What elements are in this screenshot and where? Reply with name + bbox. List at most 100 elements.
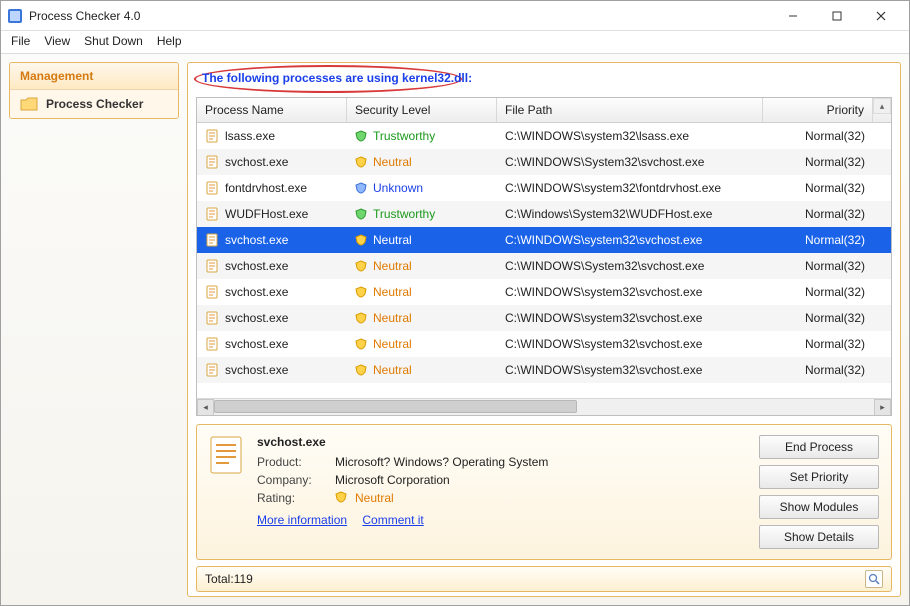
end-process-button[interactable]: End Process bbox=[759, 435, 879, 459]
document-icon bbox=[205, 233, 219, 247]
col-header-priority[interactable]: Priority bbox=[763, 98, 873, 122]
menu-shutdown[interactable]: Shut Down bbox=[84, 34, 143, 48]
cell-security-level: Neutral bbox=[373, 363, 412, 377]
cell-priority: Normal(32) bbox=[805, 181, 865, 195]
cell-priority: Normal(32) bbox=[805, 363, 865, 377]
table-row[interactable]: fontdrvhost.exeUnknownC:\WINDOWS\system3… bbox=[197, 175, 891, 201]
cell-process-name: WUDFHost.exe bbox=[225, 207, 308, 221]
document-icon bbox=[205, 129, 219, 143]
detail-value-rating: Neutral bbox=[355, 491, 394, 505]
detail-info: svchost.exe Product: Microsoft? Windows?… bbox=[257, 435, 745, 549]
document-icon bbox=[209, 435, 243, 475]
menubar: File View Shut Down Help bbox=[1, 31, 909, 54]
table-row[interactable]: svchost.exe Neutral C:\WINDOWS\system32\sv… bbox=[197, 227, 891, 253]
menu-help[interactable]: Help bbox=[157, 34, 182, 48]
link-comment-it[interactable]: Comment it bbox=[362, 513, 423, 527]
detail-links: More information Comment it bbox=[257, 513, 745, 527]
document-icon bbox=[205, 311, 219, 325]
detail-value-company: Microsoft Corporation bbox=[335, 473, 450, 487]
table-row[interactable]: svchost.exeNeutralC:\WINDOWS\system32\sv… bbox=[197, 305, 891, 331]
notice-area: The following processes are using kernel… bbox=[196, 71, 892, 95]
cell-security-level: Trustworthy bbox=[373, 129, 435, 143]
cell-priority: Normal(32) bbox=[805, 129, 865, 143]
cell-file-path: C:\WINDOWS\system32\fontdrvhost.exe bbox=[505, 181, 721, 195]
show-details-button[interactable]: Show Details bbox=[759, 525, 879, 549]
main-panel: The following processes are using kernel… bbox=[187, 62, 901, 597]
app-icon bbox=[7, 8, 23, 24]
menu-file[interactable]: File bbox=[11, 34, 30, 48]
cell-security-level: Neutral bbox=[373, 233, 412, 247]
scroll-left-button[interactable]: ◂ bbox=[197, 399, 214, 416]
cell-process-name: svchost.exe bbox=[225, 155, 288, 169]
table-row[interactable]: svchost.exeNeutralC:\WINDOWS\system32\sv… bbox=[197, 357, 891, 383]
table-row[interactable]: svchost.exeNeutralC:\WINDOWS\system32\sv… bbox=[197, 279, 891, 305]
horizontal-scrollbar[interactable]: ◂ ▸ bbox=[197, 398, 891, 415]
detail-label-product: Product: bbox=[257, 455, 327, 469]
cell-process-name: svchost.exe bbox=[225, 337, 288, 351]
notice-text: The following processes are using kernel… bbox=[196, 71, 472, 85]
document-icon bbox=[205, 155, 219, 169]
process-grid: Process Name Security Level File Path Pr… bbox=[196, 97, 892, 416]
col-header-security[interactable]: Security Level bbox=[347, 98, 497, 122]
cell-priority: Normal(32) bbox=[805, 207, 865, 221]
folder-icon bbox=[20, 97, 38, 111]
close-button[interactable] bbox=[859, 2, 903, 30]
minimize-button[interactable] bbox=[771, 2, 815, 30]
application-window: Process Checker 4.0 File View Shut Down … bbox=[0, 0, 910, 606]
status-total-value: 119 bbox=[234, 572, 253, 586]
cell-process-name: lsass.exe bbox=[225, 129, 275, 143]
cell-priority: Normal(32) bbox=[805, 155, 865, 169]
cell-file-path: C:\WINDOWS\System32\svchost.exe bbox=[505, 259, 704, 273]
table-row[interactable]: svchost.exeNeutralC:\WINDOWS\system32\sv… bbox=[197, 331, 891, 357]
cell-priority: Normal(32) bbox=[805, 233, 865, 247]
grid-header: Process Name Security Level File Path Pr… bbox=[197, 98, 891, 123]
menu-view[interactable]: View bbox=[44, 34, 70, 48]
show-modules-button[interactable]: Show Modules bbox=[759, 495, 879, 519]
detail-label-rating: Rating: bbox=[257, 491, 327, 505]
document-icon bbox=[205, 337, 219, 351]
document-icon bbox=[205, 285, 219, 299]
grid-body: lsass.exe Trustworthy C:\WINDOWS\system32\… bbox=[197, 123, 891, 398]
cell-file-path: C:\WINDOWS\system32\lsass.exe bbox=[505, 129, 689, 143]
cell-security-level: Unknown bbox=[373, 181, 423, 195]
sidebar-header: Management bbox=[10, 63, 178, 90]
scroll-up-button[interactable]: ▴ bbox=[873, 98, 891, 114]
detail-actions: End Process Set Priority Show Modules Sh… bbox=[759, 435, 879, 549]
cell-priority: Normal(32) bbox=[805, 285, 865, 299]
shield-icon bbox=[355, 182, 367, 194]
cell-security-level: Neutral bbox=[373, 155, 412, 169]
cell-process-name: svchost.exe bbox=[225, 233, 288, 247]
shield-icon bbox=[355, 260, 367, 272]
cell-security-level: Neutral bbox=[373, 311, 412, 325]
cell-security-level: Neutral bbox=[373, 337, 412, 351]
shield-icon bbox=[355, 338, 367, 350]
sidebar-item-label: Process Checker bbox=[46, 97, 143, 111]
body-area: Management Process Checker The following… bbox=[1, 54, 909, 605]
shield-icon bbox=[355, 156, 367, 168]
magnifier-icon[interactable] bbox=[865, 570, 883, 588]
detail-label-company: Company: bbox=[257, 473, 327, 487]
sidebar-card: Management Process Checker bbox=[9, 62, 179, 119]
maximize-button[interactable] bbox=[815, 2, 859, 30]
cell-priority: Normal(32) bbox=[805, 311, 865, 325]
cell-process-name: svchost.exe bbox=[225, 285, 288, 299]
document-icon bbox=[205, 181, 219, 195]
set-priority-button[interactable]: Set Priority bbox=[759, 465, 879, 489]
table-row[interactable]: svchost.exeNeutralC:\WINDOWS\System32\sv… bbox=[197, 149, 891, 175]
table-row[interactable]: svchost.exe Neutral C:\WINDOWS\System32\sv… bbox=[197, 253, 891, 279]
hscroll-track[interactable] bbox=[214, 399, 874, 415]
hscroll-thumb[interactable] bbox=[214, 400, 577, 413]
detail-value-product: Microsoft? Windows? Operating System bbox=[335, 455, 548, 469]
table-row[interactable]: lsass.exe Trustworthy C:\WINDOWS\system32\… bbox=[197, 123, 891, 149]
col-header-path[interactable]: File Path bbox=[497, 98, 763, 122]
col-header-name[interactable]: Process Name bbox=[197, 98, 347, 122]
cell-priority: Normal(32) bbox=[805, 259, 865, 273]
cell-process-name: svchost.exe bbox=[225, 259, 288, 273]
scroll-right-button[interactable]: ▸ bbox=[874, 399, 891, 416]
cell-file-path: C:\WINDOWS\system32\svchost.exe bbox=[505, 233, 702, 247]
cell-security-level: Neutral bbox=[373, 259, 412, 273]
cell-security-level: Trustworthy bbox=[373, 207, 435, 221]
table-row[interactable]: WUDFHost.exeTrustworthyC:\Windows\System… bbox=[197, 201, 891, 227]
link-more-information[interactable]: More information bbox=[257, 513, 347, 527]
sidebar-item-process-checker[interactable]: Process Checker bbox=[10, 90, 178, 118]
